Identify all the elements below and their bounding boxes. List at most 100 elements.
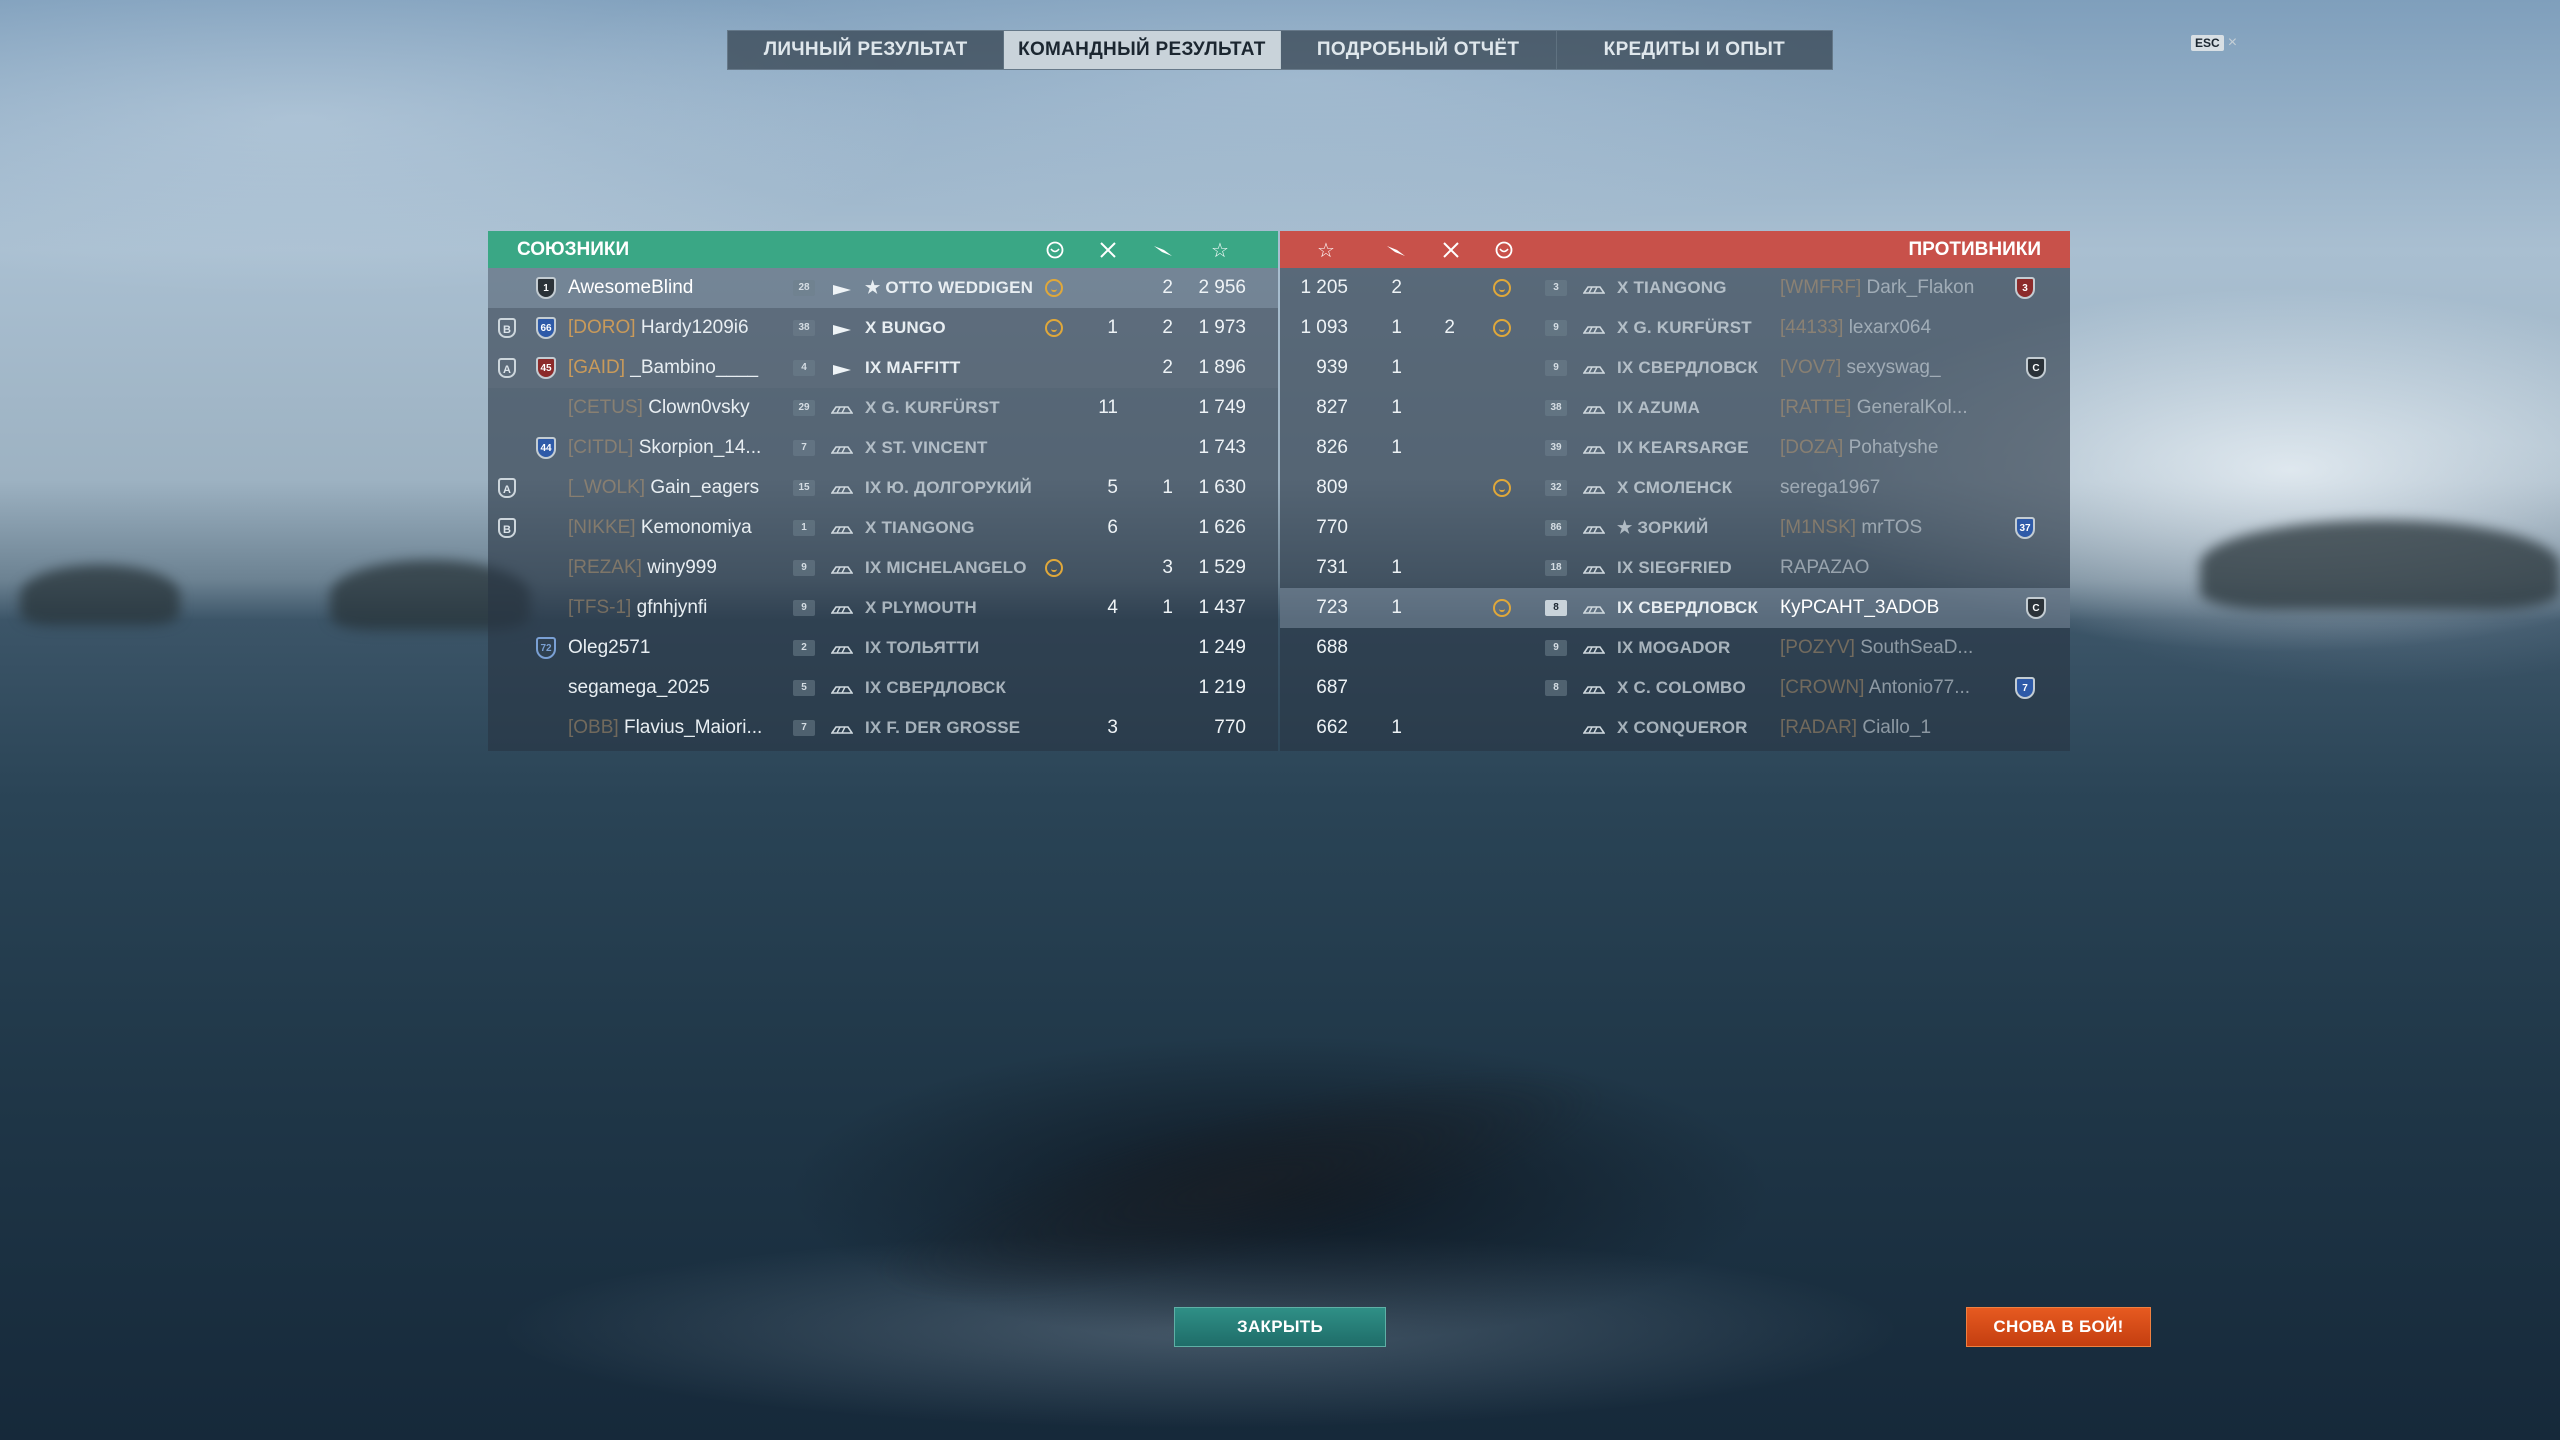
xp-value: 770	[1316, 517, 1348, 538]
kills-value: 4	[1107, 597, 1118, 618]
player-row[interactable]: [REZAK] winy999 9 IX MICHELANGELO 3 1 529	[488, 548, 1278, 588]
ship-background	[853, 1020, 1627, 1350]
player-row[interactable]: B 66 [DORO] Hardy1209i6 38 X BUNGO 1 2 1 973	[488, 308, 1278, 348]
player-name[interactable]: [VOV7] sexyswag_	[1780, 348, 1941, 388]
medal-icon	[1493, 319, 1511, 337]
ship-class-icon	[1582, 601, 1606, 615]
player-row[interactable]: [CETUS] Clown0vsky 29 X G. KURFÜRST 11 1 749	[488, 388, 1278, 428]
ship-class-icon	[830, 521, 854, 535]
planes-column-icon	[1152, 239, 1174, 261]
player-name[interactable]: AwesomeBlind	[568, 268, 693, 308]
kills-value	[1415, 588, 1455, 628]
ship-name: IX СВЕРДЛОВСК	[865, 678, 1007, 697]
ship-name: X C. COLOMBO	[1617, 678, 1746, 697]
island-right	[2200, 520, 2560, 610]
clan-tag: [VOV7]	[1780, 357, 1842, 378]
player-name[interactable]: RAPAZAO	[1780, 548, 1869, 588]
player-row[interactable]: 1 205 2 3 X TIANGONG [WMFRF] Dark_Flakon 3	[1280, 268, 2070, 308]
tab-team-result[interactable]: КОМАНДНЫЙ РЕЗУЛЬТАТ	[1004, 31, 1281, 69]
player-row[interactable]: 731 1 18 IX SIEGFRIED RAPAZAO	[1280, 548, 2070, 588]
player-row[interactable]: 1 093 1 2 9 X G. KURFÜRST [44133] lexarx064	[1280, 308, 2070, 348]
player-name[interactable]: [CITDL] Skorpion_14...	[568, 428, 761, 468]
player-name[interactable]: [TFS-1] gfnhjynfi	[568, 588, 707, 628]
tab-credits-xp[interactable]: КРЕДИТЫ И ОПЫТ	[1557, 31, 1832, 69]
planes-value: 3	[1162, 557, 1173, 578]
player-row[interactable]: segamega_2025 5 IX СВЕРДЛОВСК 1 219	[488, 668, 1278, 708]
player-row[interactable]: 1 AwesomeBlind 28 ★ OTTO WEDDIGEN 2 2 956	[488, 268, 1278, 308]
xp-value: 1 973	[1198, 317, 1246, 338]
player-row[interactable]: 826 1 39 IX KEARSARGE [DOZA] Pohatyshe	[1280, 428, 2070, 468]
star-column-icon: ☆	[1317, 239, 1335, 262]
player-name[interactable]: [_WOLK] Gain_eagers	[568, 468, 759, 508]
close-button[interactable]: ЗАКРЫТЬ	[1174, 1307, 1386, 1347]
player-nickname: Oleg2571	[568, 637, 651, 658]
player-row[interactable]: 809 32 X СМОЛЕНСК serega1967	[1280, 468, 2070, 508]
ship-level-badge: 28	[793, 280, 815, 296]
planes-value: 1	[1391, 557, 1402, 578]
player-row[interactable]: A [_WOLK] Gain_eagers 15 IX Ю. ДОЛГОРУКИЙ 5 1…	[488, 468, 1278, 508]
player-name[interactable]: [DORO] Hardy1209i6	[568, 308, 749, 348]
player-name[interactable]: [OBB] Flavius_Maiori...	[568, 708, 762, 748]
player-name[interactable]: [REZAK] winy999	[568, 548, 717, 588]
player-nickname: SouthSeaD...	[1860, 637, 1974, 658]
player-name[interactable]: [WMFRF] Dark_Flakon	[1780, 268, 1974, 308]
ship-class-icon	[830, 481, 854, 495]
player-row[interactable]: 44 [CITDL] Skorpion_14... 7 X ST. VINCENT 1 …	[488, 428, 1278, 468]
player-nickname: Skorpion_14...	[638, 437, 762, 458]
player-name[interactable]: [NIKKE] Kemonomiya	[568, 508, 752, 548]
player-name[interactable]: [POZYV] SouthSeaD...	[1780, 628, 1973, 668]
player-name[interactable]: [RADAR] Ciallo_1	[1780, 708, 1931, 748]
player-name[interactable]: [RATTE] GeneralKol...	[1780, 388, 1968, 428]
player-name[interactable]: segamega_2025	[568, 668, 710, 708]
tab-detailed-report[interactable]: ПОДРОБНЫЙ ОТЧЁТ	[1281, 31, 1557, 69]
ship-class-icon	[1582, 441, 1606, 455]
kills-value: 11	[1098, 397, 1118, 418]
division-badge: B	[498, 518, 516, 538]
ship-class-icon	[830, 401, 854, 415]
player-name[interactable]: [CROWN] Antonio77...	[1780, 668, 1970, 708]
player-row[interactable]: B [NIKKE] Kemonomiya 1 X TIANGONG 6 1 626	[488, 508, 1278, 548]
ship-level-badge: 39	[1545, 440, 1567, 456]
tab-personal-result[interactable]: ЛИЧНЫЙ РЕЗУЛЬТАТ	[728, 31, 1005, 69]
player-row[interactable]: [TFS-1] gfnhjynfi 9 X PLYMOUTH 4 1 1 437	[488, 588, 1278, 628]
player-name[interactable]: [CETUS] Clown0vsky	[568, 388, 750, 428]
player-nickname: Gain_eagers	[650, 477, 760, 498]
kills-value	[1415, 268, 1455, 308]
player-row[interactable]: 688 9 IX MOGADOR [POZYV] SouthSeaD...	[1280, 628, 2070, 668]
enemies-list: 1 205 2 3 X TIANGONG [WMFRF] Dark_Flakon 3 1 0…	[1280, 268, 2070, 751]
planes-value	[1362, 508, 1402, 548]
player-nickname: mrTOS	[1861, 517, 1923, 538]
player-name[interactable]: КуРСАНТ_3АDОВ	[1780, 588, 1939, 628]
medal-icon	[1045, 319, 1063, 337]
player-name[interactable]: [44133] lexarx064	[1780, 308, 1931, 348]
player-row[interactable]: 687 8 X C. COLOMBO [CROWN] Antonio77... 7	[1280, 668, 2070, 708]
player-row[interactable]: 72 Oleg2571 2 IX ТОЛЬЯТТИ 1 249	[488, 628, 1278, 668]
battle-again-button[interactable]: СНОВА В БОЙ!	[1966, 1307, 2151, 1347]
xp-value: 939	[1316, 357, 1348, 378]
planes-value	[1362, 668, 1402, 708]
player-name[interactable]: [M1NSK] mrTOS	[1780, 508, 1922, 548]
rank-badge: 72	[536, 637, 556, 659]
allies-list: 1 AwesomeBlind 28 ★ OTTO WEDDIGEN 2 2 956 B 66[…	[488, 268, 1278, 751]
player-row[interactable]: 939 1 9 IX СВЕРДЛОВСК [VOV7] sexyswag_ C	[1280, 348, 2070, 388]
planes-value	[1362, 628, 1402, 668]
player-row[interactable]: [OBB] Flavius_Maiori... 7 IX F. DER GROSSE…	[488, 708, 1278, 748]
player-row[interactable]: 827 1 38 IX AZUMA [RATTE] GeneralKol...	[1280, 388, 2070, 428]
ship-level-badge: 86	[1545, 520, 1567, 536]
player-name[interactable]: [DOZA] Pohatyshe	[1780, 428, 1938, 468]
ship-name: IX СВЕРДЛОВСК	[1617, 358, 1759, 377]
medal-icon	[1045, 559, 1063, 577]
kills-value	[1078, 348, 1118, 388]
esc-close-button[interactable]: ESC ×	[2191, 34, 2237, 52]
player-name[interactable]: [GAID] _Bambino____	[568, 348, 758, 388]
player-name[interactable]: Oleg2571	[568, 628, 650, 668]
player-row[interactable]: 662 1 X CONQUEROR [RADAR] Ciallo_1	[1280, 708, 2070, 748]
team-results-board: СОЮЗНИКИ ☆ ☆ ПРОТИВНИКИ 1 AwesomeBlind 28 ★…	[488, 231, 2070, 751]
kills-column-icon	[1440, 239, 1462, 261]
player-name[interactable]: serega1967	[1780, 468, 1880, 508]
ship-name: IX KEARSARGE	[1617, 438, 1749, 457]
player-row[interactable]: 770 86 ★ ЗОРКИЙ [M1NSK] mrTOS 37	[1280, 508, 2070, 548]
xp-value: 1 205	[1300, 277, 1348, 298]
player-row[interactable]: 723 1 8 IX СВЕРДЛОВСК КуРСАНТ_3АDОВ C	[1280, 588, 2070, 628]
player-row[interactable]: A 45 [GAID] _Bambino____ 4 IX MAFFITT 2 1 896	[488, 348, 1278, 388]
